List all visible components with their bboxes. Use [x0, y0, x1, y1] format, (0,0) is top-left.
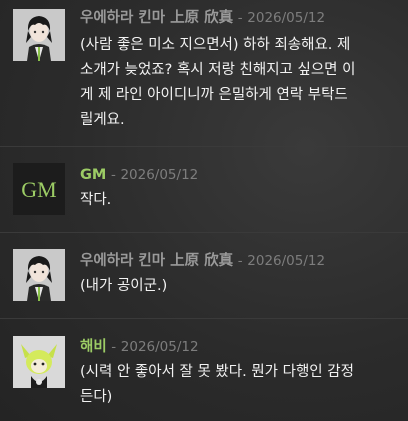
- divider: [0, 318, 408, 319]
- divider: [0, 232, 408, 233]
- green-creature-avatar-icon: [13, 336, 65, 388]
- timestamp: 2026/05/12: [120, 339, 199, 355]
- chat-message: 해비 - 2026/05/12 (시력 안 좋아서 잘 못 봤다. 뭔가 다행인…: [0, 322, 408, 421]
- message-header: 우에하라 킨마 上原 欣真 - 2026/05/12: [80, 8, 325, 28]
- chat-message: 우에하라 킨마 上原 欣真 - 2026/05/12 (사람 좋은 미소 지으면…: [0, 0, 408, 140]
- gm-avatar-icon: GM: [13, 163, 65, 215]
- author-name[interactable]: 해비: [80, 339, 107, 355]
- gm-avatar-label: GM: [21, 177, 56, 202]
- chat-message: GM GM - 2026/05/12 작다.: [0, 150, 408, 230]
- timestamp: 2026/05/12: [120, 167, 199, 183]
- timestamp-separator: -: [237, 10, 243, 26]
- message-text: 작다.: [80, 192, 112, 208]
- avatar[interactable]: [13, 336, 65, 388]
- timestamp-separator: -: [237, 253, 243, 269]
- message-header: GM - 2026/05/12: [80, 165, 198, 185]
- avatar[interactable]: [13, 9, 65, 61]
- author-name[interactable]: 우에하라 킨마 上原 欣真: [80, 10, 233, 26]
- author-name[interactable]: 우에하라 킨마 上原 欣真: [80, 253, 233, 269]
- timestamp: 2026/05/12: [247, 10, 326, 26]
- message-text: (사람 좋은 미소 지으면서) 하하 죄송해요. 제 소개가 늦었죠? 혹시 저…: [80, 37, 356, 128]
- timestamp-separator: -: [111, 339, 117, 355]
- avatar[interactable]: [13, 249, 65, 301]
- dark-haired-boy-avatar-icon: [13, 249, 65, 301]
- divider: [0, 146, 408, 147]
- dark-haired-boy-avatar-icon: [13, 9, 65, 61]
- message-header: 우에하라 킨마 上原 欣真 - 2026/05/12: [80, 251, 325, 271]
- author-name[interactable]: GM: [80, 167, 106, 183]
- timestamp-separator: -: [110, 167, 116, 183]
- chat-message: 우에하라 킨마 上原 欣真 - 2026/05/12 (내가 공이군.): [0, 236, 408, 316]
- timestamp: 2026/05/12: [247, 253, 326, 269]
- avatar[interactable]: GM: [13, 163, 65, 215]
- message-text: (내가 공이군.): [80, 278, 168, 294]
- message-header: 해비 - 2026/05/12: [80, 337, 199, 357]
- message-text: (시력 안 좋아서 잘 못 봤다. 뭔가 다행인 감정 든다): [80, 364, 354, 405]
